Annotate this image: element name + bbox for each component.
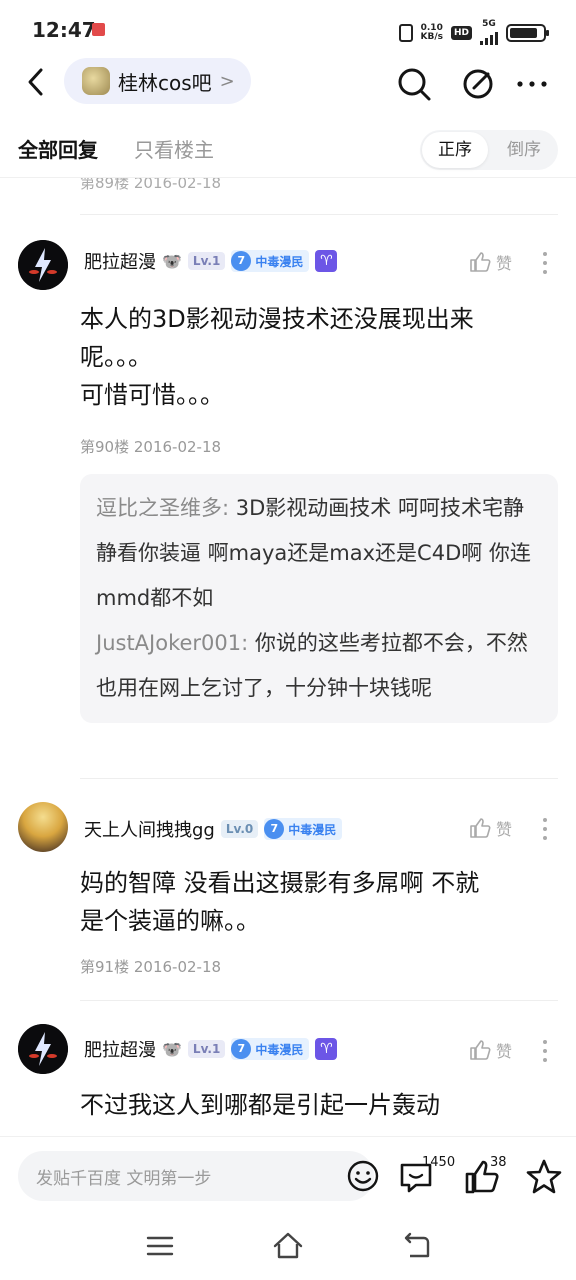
fans-badge: 7 中毒漫民 <box>264 818 343 840</box>
sort-asc-button[interactable]: 正序 <box>422 132 488 168</box>
floor-meta: 第91楼 2016-02-18 <box>80 958 222 976</box>
koala-icon: 🐨 <box>162 1039 182 1059</box>
like-label: 赞 <box>496 254 513 273</box>
avatar[interactable] <box>18 1024 68 1074</box>
like-count: 38 <box>490 1155 507 1170</box>
user-row: 天上人间拽拽gg Lv.0 7 中毒漫民 <box>84 816 343 842</box>
fans-badge: 7 中毒漫民 <box>231 250 310 272</box>
battery-icon <box>506 23 549 42</box>
reply-username: 逗比之圣维多: <box>96 496 230 520</box>
post-content: 不过我这人到哪都是引起一片轰动 <box>80 1091 440 1119</box>
like-button[interactable]: 赞 <box>468 250 512 274</box>
zodiac-icon: ♈ <box>315 1038 338 1060</box>
like-label: 赞 <box>496 1042 513 1061</box>
post-content: 本人的3D影视动漫技术还没展现出来 呢。。。 可惜可惜。。。 <box>80 305 474 409</box>
star-icon[interactable] <box>524 1157 564 1197</box>
chevron-right-icon: > <box>219 70 235 92</box>
notification-icon <box>92 23 105 36</box>
divider <box>80 214 558 215</box>
hd-icon: HD <box>450 25 472 40</box>
network-icon: 5G <box>480 20 498 45</box>
koala-icon: 🐨 <box>162 251 182 271</box>
fans-badge: 7 中毒漫民 <box>231 1038 310 1060</box>
forum-name: 桂林cos吧 <box>118 70 212 95</box>
avatar[interactable] <box>18 240 68 290</box>
like-button[interactable]: 赞 <box>468 816 512 840</box>
edit-icon[interactable] <box>460 64 500 104</box>
sub-reply[interactable]: 逗比之圣维多: 3D影视动画技术 呵呵技术宅静静看你装逼 啊maya还是max还… <box>96 486 542 621</box>
post-content: 妈的智障 没看出这摄影有多屌啊 不就 是个装逼的嘛。。 <box>80 869 480 935</box>
bottom-bar: 发贴千百度 文明第一步 1450 38 <box>0 1136 576 1216</box>
home-icon[interactable] <box>272 1230 304 1262</box>
more-vertical-icon[interactable] <box>536 250 554 276</box>
fans-title: 中毒漫民 <box>255 254 304 269</box>
like-label: 赞 <box>496 820 513 839</box>
tab-op-only[interactable]: 只看楼主 <box>134 134 214 163</box>
status-icons: 0.10 KB/s HD 5G <box>398 20 549 45</box>
floor-meta: 第89楼 2016-02-18 <box>80 178 222 192</box>
vibrate-icon <box>398 23 413 42</box>
level-badge: Lv.1 <box>187 252 226 270</box>
lightning-icon <box>18 1024 68 1074</box>
back-nav-icon[interactable] <box>400 1230 432 1262</box>
username[interactable]: 肥拉超漫 <box>84 1036 156 1062</box>
reply-input[interactable]: 发贴千百度 文明第一步 <box>18 1151 379 1201</box>
fans-title: 中毒漫民 <box>288 822 337 837</box>
comment-count: 1450 <box>422 1155 456 1170</box>
back-icon[interactable] <box>22 64 52 100</box>
menu-icon[interactable] <box>144 1230 176 1262</box>
sub-reply[interactable]: JustAJoker001: 你说的这些考拉都不会，不然也用在网上乞讨了，十分钟… <box>96 621 542 711</box>
like-button[interactable]: 赞 <box>468 1038 512 1062</box>
more-vertical-icon[interactable] <box>536 816 554 842</box>
fans-title: 中毒漫民 <box>255 1042 304 1057</box>
forum-link[interactable]: 桂林cos吧 > <box>64 58 251 104</box>
emoji-icon[interactable] <box>346 1159 380 1193</box>
filter-bar: 全部回复 只看楼主 正序 倒序 <box>0 124 576 178</box>
fans-level: 7 <box>231 251 252 271</box>
sort-toggle: 正序 倒序 <box>420 130 558 170</box>
system-nav <box>0 1216 576 1280</box>
fans-level: 7 <box>231 1039 252 1059</box>
username[interactable]: 肥拉超漫 <box>84 248 156 274</box>
level-badge: Lv.1 <box>187 1040 226 1058</box>
reply-feed[interactable]: 第89楼 2016-02-18 肥拉超漫 🐨 Lv.1 7 中毒漫民 ♈ 赞 本… <box>0 178 576 1136</box>
more-vertical-icon[interactable] <box>536 1038 554 1064</box>
net-speed: 0.10 KB/s <box>420 22 443 42</box>
divider <box>80 1000 558 1001</box>
more-icon[interactable] <box>512 64 552 104</box>
signal-icon <box>480 29 498 45</box>
forum-avatar <box>82 67 110 95</box>
floor-meta: 第90楼 2016-02-18 <box>80 438 222 456</box>
username[interactable]: 天上人间拽拽gg <box>84 816 215 842</box>
thumbs-up-icon <box>470 252 491 272</box>
tab-all-replies[interactable]: 全部回复 <box>18 134 98 163</box>
status-time: 12:47 <box>32 18 96 42</box>
reply-username: JustAJoker001: <box>96 631 249 655</box>
thumbs-up-icon <box>470 1040 491 1060</box>
lightning-icon <box>18 240 68 290</box>
status-bar: 12:47 0.10 KB/s HD 5G <box>0 0 576 60</box>
fans-level: 7 <box>264 819 285 839</box>
reply-placeholder: 发贴千百度 文明第一步 <box>36 1169 212 1189</box>
user-row: 肥拉超漫 🐨 Lv.1 7 中毒漫民 ♈ <box>84 248 338 274</box>
top-nav: 桂林cos吧 > <box>0 58 576 106</box>
sort-desc-button[interactable]: 倒序 <box>492 132 556 168</box>
divider <box>80 778 558 779</box>
avatar[interactable] <box>18 802 68 852</box>
zodiac-icon: ♈ <box>315 250 338 272</box>
search-icon[interactable] <box>394 64 434 104</box>
sub-replies[interactable]: 逗比之圣维多: 3D影视动画技术 呵呵技术宅静静看你装逼 啊maya还是max还… <box>80 474 558 723</box>
level-badge: Lv.0 <box>220 820 259 838</box>
thumbs-up-icon <box>470 818 491 838</box>
user-row: 肥拉超漫 🐨 Lv.1 7 中毒漫民 ♈ <box>84 1036 338 1062</box>
